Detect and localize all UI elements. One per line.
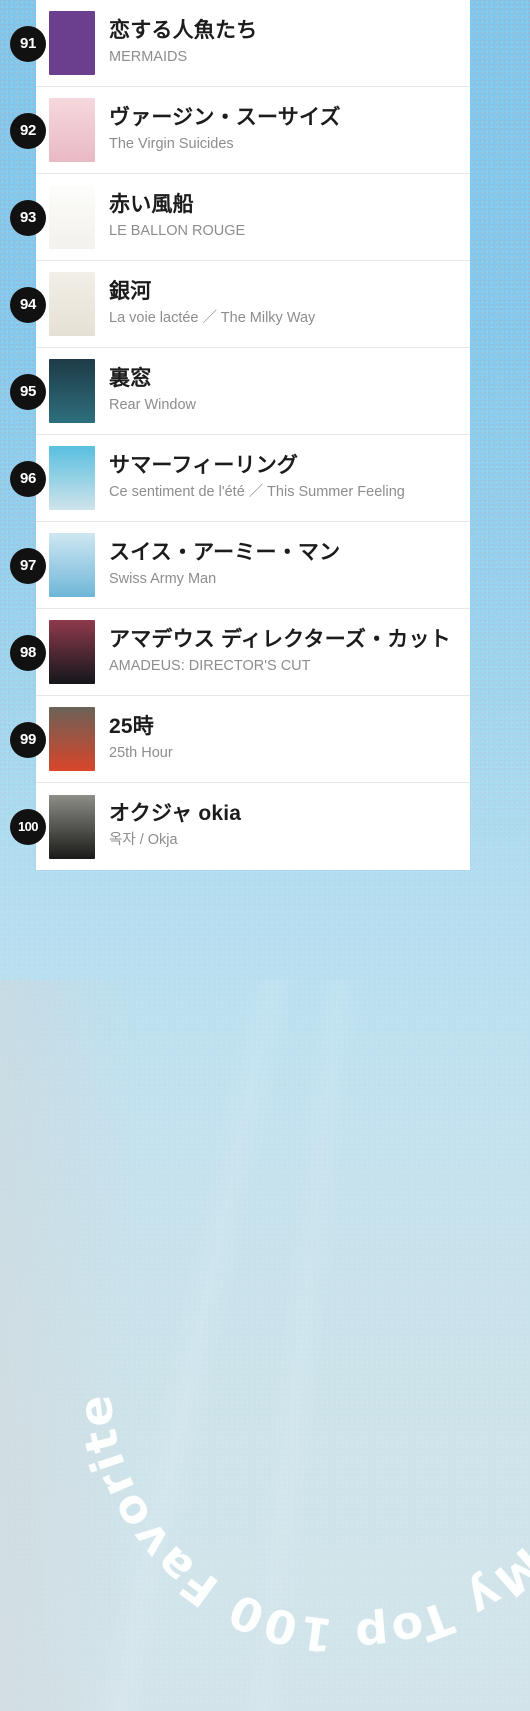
movie-text-block: 赤い風船 LE BALLON ROUGE [109, 193, 462, 241]
poster-swiss-army-man [49, 533, 95, 597]
movie-list-item[interactable]: 銀河 La voie lactée ／ The Milky Way [36, 261, 470, 348]
movie-title-original: MERMAIDS [109, 48, 188, 65]
movie-title-ja: ヴァージン・スーサイズ [109, 105, 341, 129]
movie-title-original: Ce sentiment de l'été ／ This Summer Feel… [109, 483, 405, 500]
movie-list-item[interactable]: スイス・アーミー・マン Swiss Army Man [36, 522, 470, 609]
movie-list-item[interactable]: オクジャ okia 옥자 / Okja [36, 783, 470, 870]
movie-list-item[interactable]: サマーフィーリング Ce sentiment de l'été ／ This Su… [36, 435, 470, 522]
movie-list-item[interactable]: ヴァージン・スーサイズ The Virgin Suicides [36, 87, 470, 174]
movie-text-block: アマデウス ディレクターズ・カット AMADEUS: DIRECTOR'S CUT [109, 628, 462, 676]
rank-badge: 91 [10, 25, 46, 62]
poster-okja [49, 794, 95, 859]
movie-list-item[interactable]: 赤い風船 LE BALLON ROUGE [36, 174, 470, 261]
movie-text-block: 25時 25th Hour [109, 715, 462, 763]
poster-le-ballon-rouge [49, 185, 95, 249]
movie-list-item[interactable]: 恋する人魚たち MERMAIDS [36, 0, 470, 87]
movie-title-ja: 銀河 [109, 279, 152, 303]
poster-25th-hour [49, 707, 95, 771]
poster-mermaids [49, 11, 95, 75]
rank-badge: 93 [10, 199, 46, 236]
movie-text-block: サマーフィーリング Ce sentiment de l'été ／ This Su… [109, 454, 462, 502]
movie-text-block: 恋する人魚たち MERMAIDS [109, 19, 462, 67]
poster-the-virgin-suicides [49, 98, 95, 162]
movie-title-ja: 裏窓 [109, 366, 152, 390]
movie-title-original: AMADEUS: DIRECTOR'S CUT [109, 657, 311, 674]
movie-list-item[interactable]: 裏窓 Rear Window [36, 348, 470, 435]
movie-title-original: 옥자 / Okja [109, 832, 178, 849]
poster-ce-sentiment-de-lete [49, 446, 95, 510]
rank-badge: 96 [10, 460, 46, 497]
movie-title-original: LE BALLON ROUGE [109, 222, 246, 239]
movie-title-ja: スイス・アーミー・マン [109, 540, 341, 564]
rank-badge: 94 [10, 286, 46, 323]
movie-text-block: オクジャ okia 옥자 / Okja [109, 802, 462, 850]
movie-title-ja: オクジャ okia [109, 802, 242, 826]
movie-title-ja: 25時 [109, 714, 154, 738]
movie-title-original: La voie lactée ／ The Milky Way [109, 309, 316, 326]
movie-text-block: スイス・アーミー・マン Swiss Army Man [109, 541, 462, 589]
movie-title-ja: 恋する人魚たち [109, 18, 258, 42]
movie-title-original: Swiss Army Man [109, 570, 217, 587]
movie-text-block: 銀河 La voie lactée ／ The Milky Way [109, 280, 462, 328]
poster-la-voie-lactee [49, 272, 95, 336]
poster-rear-window [49, 359, 95, 423]
movie-title-ja: アマデウス ディレクターズ・カット [109, 627, 451, 651]
movie-title-original: The Virgin Suicides [109, 135, 234, 152]
movie-title-ja: サマーフィーリング [109, 453, 299, 477]
movie-list-item[interactable]: 25時 25th Hour [36, 696, 470, 783]
movie-text-block: ヴァージン・スーサイズ The Virgin Suicides [109, 106, 462, 154]
movie-title-original: Rear Window [109, 396, 197, 413]
rank-badge: 98 [10, 634, 46, 671]
rank-badge: 95 [10, 373, 46, 410]
poster-amadeus-directors-cut [49, 620, 95, 684]
movie-list-panel: 恋する人魚たち MERMAIDS ヴァージン・スーサイズ The Virgin Sui… [36, 0, 470, 870]
movie-list-item[interactable]: アマデウス ディレクターズ・カット AMADEUS: DIRECTOR'S CUT [36, 609, 470, 696]
rank-badge: 92 [10, 112, 46, 149]
rank-badge: 97 [10, 547, 46, 584]
movie-text-block: 裏窓 Rear Window [109, 367, 462, 415]
rank-badge: 99 [10, 721, 46, 758]
movie-title-ja: 赤い風船 [109, 192, 194, 216]
rank-badge: 100 [10, 808, 46, 845]
movie-title-original: 25th Hour [109, 744, 173, 761]
